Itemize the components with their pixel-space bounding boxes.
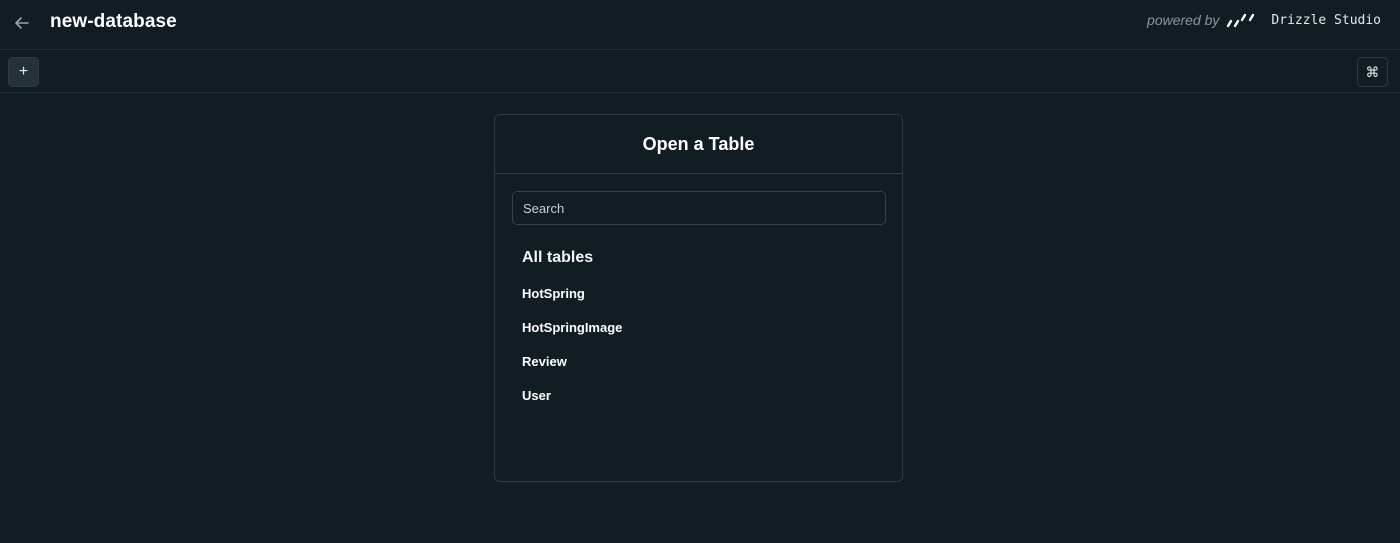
powered-by-label: powered by [1147,12,1220,28]
panel-header: Open a Table [495,115,902,174]
database-title: new-database [50,11,177,32]
all-tables-heading: All tables [522,249,594,266]
table-item-user[interactable]: User [522,387,622,421]
table-item-hotspringimage[interactable]: HotSpringImage [522,319,622,353]
table-list: HotSpring HotSpringImage Review User [522,285,622,421]
add-tab-button[interactable]: + [8,57,39,87]
tab-toolbar: + ⌘ [0,51,1400,93]
back-button[interactable] [10,11,34,35]
panel-title: Open a Table [642,133,755,154]
table-item-review[interactable]: Review [522,353,622,387]
top-bar: new-database powered by Drizzle Studio [0,0,1400,50]
arrow-left-icon [15,17,29,29]
search-input[interactable] [512,191,886,225]
table-item-hotspring[interactable]: HotSpring [522,285,622,319]
open-table-panel: Open a Table All tables HotSpring HotSpr… [494,114,903,482]
drizzle-logo-icon [1227,13,1255,28]
powered-by-badge[interactable]: powered by Drizzle Studio [1147,12,1381,28]
command-palette-button[interactable]: ⌘ [1357,57,1388,87]
brand-name: Drizzle Studio [1271,12,1381,28]
